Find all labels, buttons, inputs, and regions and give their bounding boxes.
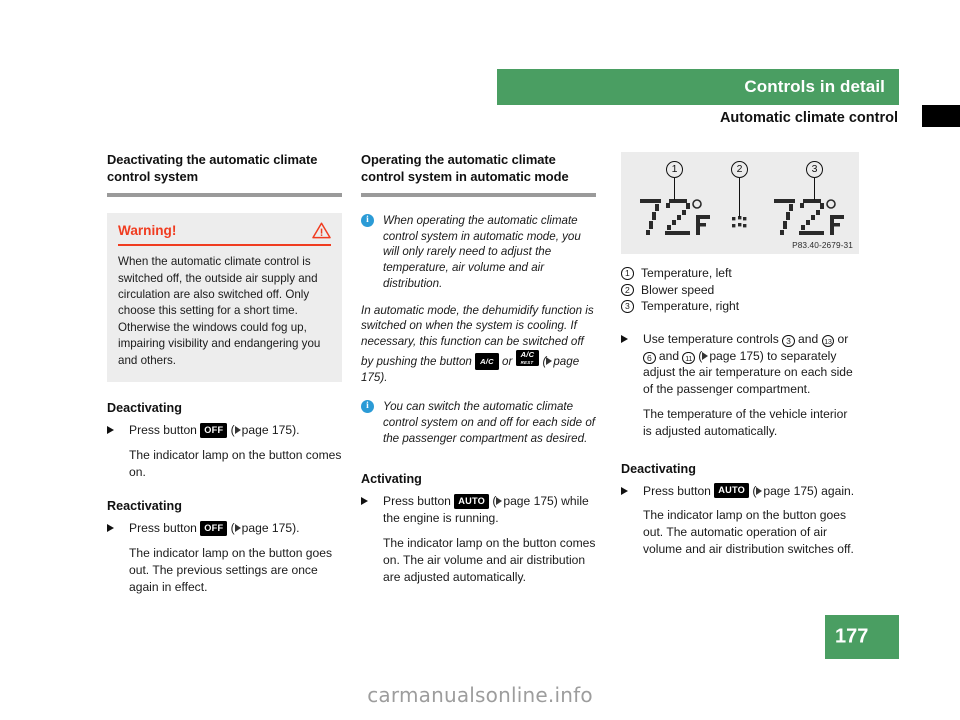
col1-reactivating-step: Press button OFF (page 175).	[107, 520, 342, 537]
page-ref-arrow-icon	[756, 486, 763, 495]
page-ref-arrow-icon	[702, 351, 709, 360]
legend-label: Temperature, left	[641, 266, 732, 280]
figure-leader-line-1	[673, 178, 676, 200]
page-ref-arrow-icon	[234, 426, 241, 435]
figure-callout-2: 2	[731, 161, 748, 178]
warning-box: Warning! When the automatic climate cont…	[107, 213, 342, 383]
warning-header: Warning!	[118, 222, 331, 244]
figure-callout-1: 1	[666, 161, 683, 178]
control-ref-11: 11	[682, 351, 695, 365]
legend-item: 3 Temperature, right	[621, 298, 859, 315]
col2-note1-continuation: In automatic mode, the dehumidify functi…	[361, 303, 594, 384]
lcd-temperature-left	[639, 198, 713, 241]
col3-deactivating-result: The indicator lamp on the button goes ou…	[643, 508, 854, 556]
temp-step-text-b: and	[798, 331, 819, 346]
control-ref-6: 6	[643, 351, 656, 365]
col2-activating-step: Press button AUTO (page 175) while the e…	[361, 493, 596, 527]
bullet-triangle-icon	[621, 486, 628, 495]
bullet-triangle-icon	[621, 334, 628, 343]
col2-note2-text: You can switch the automatic climate con…	[383, 400, 596, 445]
bullet-triangle-icon	[361, 497, 368, 506]
col2-info-note-2: i You can switch the automatic climate c…	[361, 399, 596, 446]
auto-button-glyph: AUTO	[714, 483, 749, 499]
warning-title: Warning!	[118, 223, 177, 238]
col3-deactivating-heading: Deactivating	[621, 461, 696, 476]
col1-reactivating-result: The indicator lamp on the button goes ou…	[129, 546, 333, 594]
page-ref-arrow-icon	[496, 497, 503, 506]
temp-step-text-c: or	[837, 331, 849, 346]
page-ref-arrow-icon	[546, 356, 553, 365]
control-ref-13: 13	[821, 334, 835, 348]
step-text-suffix: page 175).	[241, 423, 300, 438]
legend-number: 1	[621, 267, 634, 280]
ac-rest-button-glyph: A/C REST	[515, 349, 540, 366]
step-text-prefix: Press button	[643, 483, 711, 498]
step-text-prefix: Press button	[129, 521, 197, 536]
col3-deactivating-step: Press button AUTO (page 175) again.	[621, 483, 859, 500]
figure-code: P83.40-2679-31	[792, 240, 853, 250]
header-thumb-marker	[922, 105, 960, 127]
step-text-suffix: page 175) again.	[763, 483, 855, 498]
control-ref-3: 3	[782, 334, 795, 348]
warning-triangle-icon	[312, 222, 331, 239]
warning-body-text: When the automatic climate control is sw…	[118, 255, 321, 367]
col3-temperature-result: The temperature of the vehicle interior …	[643, 406, 848, 438]
temp-step-text-d: and	[658, 348, 680, 363]
col2-activating-result: The indicator lamp on the button comes o…	[383, 536, 596, 584]
bullet-triangle-icon	[107, 524, 114, 533]
figure-legend: 1 Temperature, left 2 Blower speed 3 Temper…	[621, 265, 859, 315]
col1-heading-rule	[107, 193, 342, 197]
info-icon: i	[361, 214, 374, 227]
bullet-triangle-icon	[107, 426, 114, 435]
page-number: 177	[835, 625, 869, 648]
legend-item: 2 Blower speed	[621, 282, 859, 299]
step-text-suffix: page 175).	[241, 521, 300, 536]
figure-callout-3: 3	[806, 161, 823, 178]
col1-deactivating-step: Press button OFF (page 175).	[107, 422, 342, 439]
info-icon: i	[361, 400, 374, 414]
legend-label: Temperature, right	[641, 299, 740, 314]
col1-deactivating-result: The indicator lamp on the button comes o…	[129, 447, 342, 479]
off-button-glyph: OFF	[200, 520, 228, 536]
auto-button-glyph: AUTO	[454, 493, 489, 509]
header-green-band: Controls in detail	[497, 69, 899, 105]
col2-activating-heading: Activating	[361, 472, 422, 487]
figure-leader-line-3	[813, 178, 816, 200]
col2-note1-text: When operating the automatic climate con…	[383, 214, 581, 290]
col2-info-note-1: i When operating the automatic climate c…	[361, 213, 596, 292]
legend-number: 2	[621, 283, 634, 297]
page-ref-arrow-icon	[234, 524, 241, 533]
col1-deactivating-heading: Deactivating	[107, 401, 182, 416]
col2-heading-rule	[361, 193, 596, 197]
col1-reactivating-heading: Reactivating	[107, 499, 182, 514]
header-title: Controls in detail	[744, 77, 885, 96]
figure-leader-line-2	[738, 178, 741, 217]
page-number-box: 177	[825, 615, 899, 659]
col2-heading: Operating the automatic climate control …	[361, 152, 569, 184]
legend-number: 3	[621, 300, 634, 313]
col3-temperature-step: Use temperature controls 3 and 13 or 6 a…	[621, 331, 859, 398]
ac-rest-sub: REST	[520, 359, 534, 365]
legend-item: 1 Temperature, left	[621, 265, 859, 282]
step-text-prefix: Press button	[383, 494, 451, 509]
warning-divider	[118, 244, 331, 247]
column-2: Operating the automatic climate control …	[361, 152, 596, 585]
ac-rest-main: A/C	[520, 350, 535, 360]
col1-heading: Deactivating the automatic climate contr…	[107, 152, 318, 184]
lcd-blower-speed	[731, 216, 749, 235]
ac-button-glyph: A/C	[475, 352, 499, 370]
col2-note1-cont-or: or	[502, 354, 513, 368]
temp-step-text-a: Use temperature controls	[643, 331, 779, 346]
section-subtitle: Automatic climate control	[719, 110, 898, 126]
lcd-temperature-right	[773, 198, 847, 241]
column-3: 1 2 3 P83.40-2679-31 1 Temperature, left …	[621, 152, 859, 558]
step-text-prefix: Press button	[129, 423, 197, 438]
watermark: carmanualsonline.info	[367, 683, 593, 707]
column-1: Deactivating the automatic climate contr…	[107, 152, 342, 596]
climate-display-figure: 1 2 3 P83.40-2679-31	[621, 152, 859, 254]
legend-label: Blower speed	[641, 282, 715, 297]
off-button-glyph: OFF	[200, 422, 228, 438]
